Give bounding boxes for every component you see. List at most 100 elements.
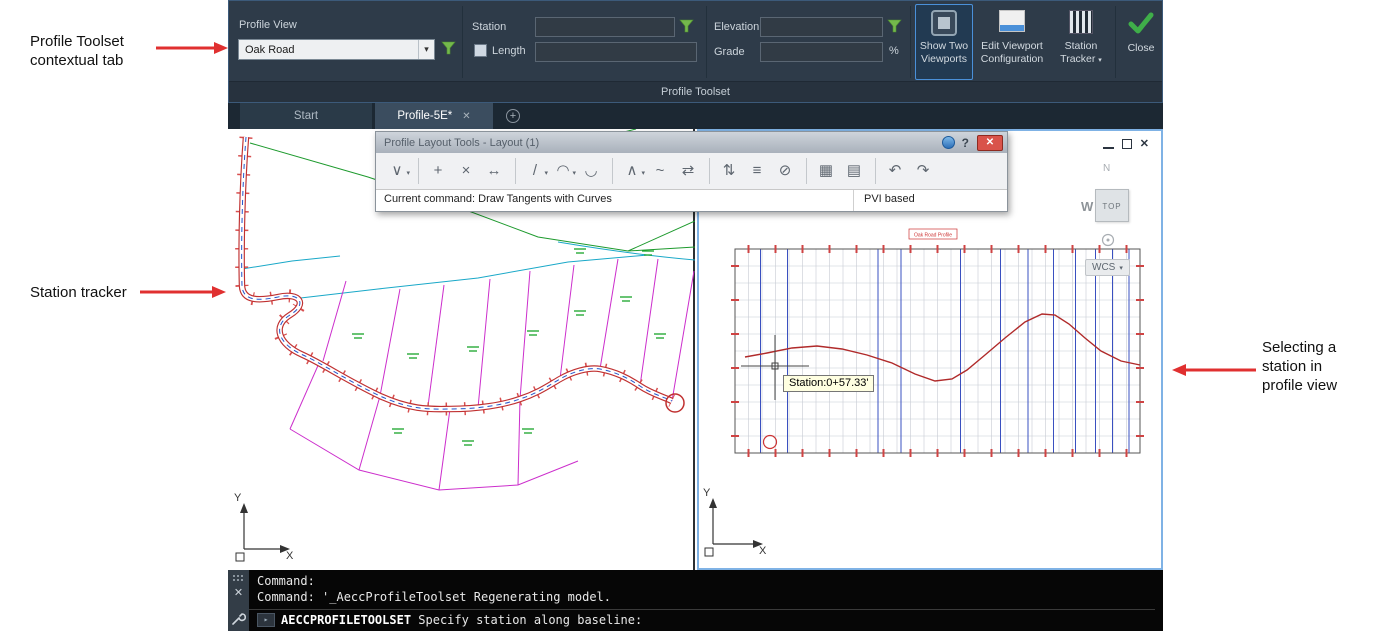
pick-from-drawing-icon[interactable]	[441, 41, 457, 57]
raise-lower-pvis-icon[interactable]: ⇅	[716, 158, 742, 184]
navigation-wheel-icon[interactable]	[1101, 233, 1115, 247]
restore-window-icon[interactable]	[1121, 139, 1132, 149]
station-tracker-button[interactable]: Station Tracker ▾	[1051, 4, 1111, 80]
profile-grid-minor	[734, 248, 1141, 454]
button-label: Configuration	[980, 53, 1044, 65]
close-button[interactable]: Close	[1119, 4, 1163, 80]
toolbar-separator	[806, 158, 807, 184]
grade-label: Grade	[714, 46, 745, 58]
toolbar-separator	[612, 158, 613, 184]
copy-profile-icon[interactable]: ≡	[744, 158, 770, 184]
panel-label: Profile Toolset	[661, 86, 730, 98]
button-label: Close	[1127, 42, 1155, 54]
pick-elevation-icon[interactable]	[887, 19, 903, 35]
drawing-window-controls: ✕	[1102, 139, 1149, 150]
profile-grid-view-icon[interactable]: ▦	[813, 158, 839, 184]
viewport-configuration-icon	[999, 10, 1025, 32]
grade-input[interactable]	[760, 42, 883, 62]
button-label: Show Two	[919, 40, 969, 52]
toolbar-separator	[515, 158, 516, 184]
delete-pvi-icon[interactable]: ×	[453, 158, 479, 184]
draw-tangents-icon[interactable]: ∨ ▾	[384, 158, 411, 184]
station-input[interactable]	[535, 17, 675, 37]
show-two-viewports-button[interactable]: Show Two Viewports	[915, 4, 973, 80]
toolbar-separator	[875, 158, 876, 184]
draw-fixed-tangent-icon[interactable]: / ▾	[522, 158, 548, 184]
redo-icon[interactable]: ↷	[910, 158, 936, 184]
float-vertical-curve-icon[interactable]: ~	[647, 158, 673, 184]
palette-status-bar: Current command: Draw Tangents with Curv…	[376, 190, 1007, 211]
draw-free-curve-icon[interactable]: ◡	[578, 158, 604, 184]
chevron-down-icon[interactable]: ▾	[418, 40, 434, 59]
annotation-line: Station tracker	[30, 284, 127, 301]
wcs-dropdown[interactable]: WCS ▾	[1085, 259, 1130, 276]
ribbon-separator	[462, 6, 463, 78]
minimize-window-icon[interactable]	[1102, 139, 1114, 149]
station-marker-circle	[762, 434, 778, 450]
app-window: Profile View Oak Road ▾ Station Length E…	[228, 0, 1163, 631]
chevron-down-icon: ▾	[1098, 57, 1102, 64]
pick-station-icon[interactable]	[679, 19, 695, 35]
drag-handle-icon[interactable]	[232, 574, 245, 583]
page: Profile Toolset contextual tab Station t…	[0, 0, 1384, 634]
tab-profile-5e[interactable]: Profile-5E* ✕	[375, 103, 493, 129]
parcel-boundary-line	[627, 220, 696, 252]
ucs-icon: Y X	[703, 487, 767, 557]
length-input[interactable]	[535, 42, 697, 62]
customize-wrench-icon[interactable]	[231, 611, 246, 626]
palette-title-bar[interactable]: Profile Layout Tools - Layout (1) ? ✕	[376, 132, 1007, 153]
profile-view-dropdown[interactable]: Oak Road ▾	[238, 39, 435, 60]
close-window-icon[interactable]: ✕	[1140, 139, 1149, 150]
lot-labels	[352, 248, 666, 446]
ucs-x-label: X	[759, 545, 767, 557]
recent-commands-icon[interactable]: ▸	[257, 613, 275, 627]
button-label: Viewports	[921, 53, 967, 65]
viewcube-west-label[interactable]: W	[1081, 199, 1093, 214]
help-icon[interactable]: ?	[962, 136, 969, 150]
tab-start[interactable]: Start	[240, 103, 372, 129]
ucs-y-label: Y	[234, 492, 242, 504]
file-tab-bar: Start Profile-5E* ✕ +	[228, 103, 1163, 129]
drawing-canvas: Y X Oak Road Profile Y X Station:0+57.33…	[228, 128, 1163, 570]
profile-title: Oak Road Profile	[914, 233, 952, 239]
edit-viewport-configuration-button[interactable]: Edit Viewport Configuration	[977, 4, 1047, 80]
green-check-icon	[1128, 12, 1154, 34]
undo-icon[interactable]: ↶	[882, 158, 908, 184]
command-prompt-row[interactable]: ▸ AECCPROFILETOOLSET Specify station alo…	[257, 613, 1155, 627]
viewcube-top-face[interactable]: TOP	[1102, 202, 1121, 211]
fixed-vertical-curve-icon[interactable]: ∧ ▾	[619, 158, 646, 184]
viewcube[interactable]: TOP	[1095, 189, 1129, 222]
length-checkbox[interactable]	[474, 44, 487, 57]
command-line-strip: ✕	[228, 570, 249, 631]
ribbon-separator	[706, 6, 707, 78]
wcs-label: WCS	[1092, 262, 1116, 273]
command-line-panel: ✕ Command: Command: '_AeccProfileToolset…	[228, 570, 1163, 631]
palette-pin-icon[interactable]	[941, 136, 955, 149]
ribbon-separator	[1115, 6, 1116, 78]
delete-entity-icon[interactable]: ⊘	[772, 158, 798, 184]
chevron-down-icon: ▾	[1119, 265, 1123, 272]
ucs-icon: Y X	[234, 492, 294, 562]
annotation-station-tracker: Station tracker	[30, 283, 127, 302]
profile-toolset-ribbon: Profile View Oak Road ▾ Station Length E…	[228, 0, 1163, 103]
ucs-y-label: Y	[703, 487, 711, 499]
convert-entities-icon[interactable]: ⇄	[675, 158, 701, 184]
parcel-lines	[289, 258, 695, 491]
elevation-input[interactable]	[760, 17, 883, 37]
surface-profile-line[interactable]	[744, 313, 1141, 382]
close-commandline-icon[interactable]: ✕	[228, 586, 249, 599]
close-palette-icon[interactable]: ✕	[977, 134, 1003, 151]
current-command-status: Current command: Draw Tangents with Curv…	[376, 190, 854, 211]
ucs-x-label: X	[286, 550, 294, 562]
button-label: Edit Viewport	[981, 40, 1043, 52]
station-tracker-icon	[1069, 10, 1093, 34]
command-history[interactable]: Command: Command: '_AeccProfileToolset R…	[249, 570, 1163, 631]
profile-layout-tools-palette[interactable]: Profile Layout Tools - Layout (1) ? ✕ ∨ ▾…	[375, 131, 1008, 212]
toolbar-separator	[709, 158, 710, 184]
insert-pvi-icon[interactable]: +	[425, 158, 451, 184]
close-tab-icon[interactable]: ✕	[462, 111, 470, 122]
draw-fixed-curve-icon[interactable]: ◠ ▾	[550, 158, 576, 184]
profile-layout-parameters-icon[interactable]: ▤	[841, 158, 867, 184]
move-pvi-icon[interactable]: ↔	[481, 158, 507, 184]
new-drawing-icon[interactable]: +	[506, 109, 520, 123]
